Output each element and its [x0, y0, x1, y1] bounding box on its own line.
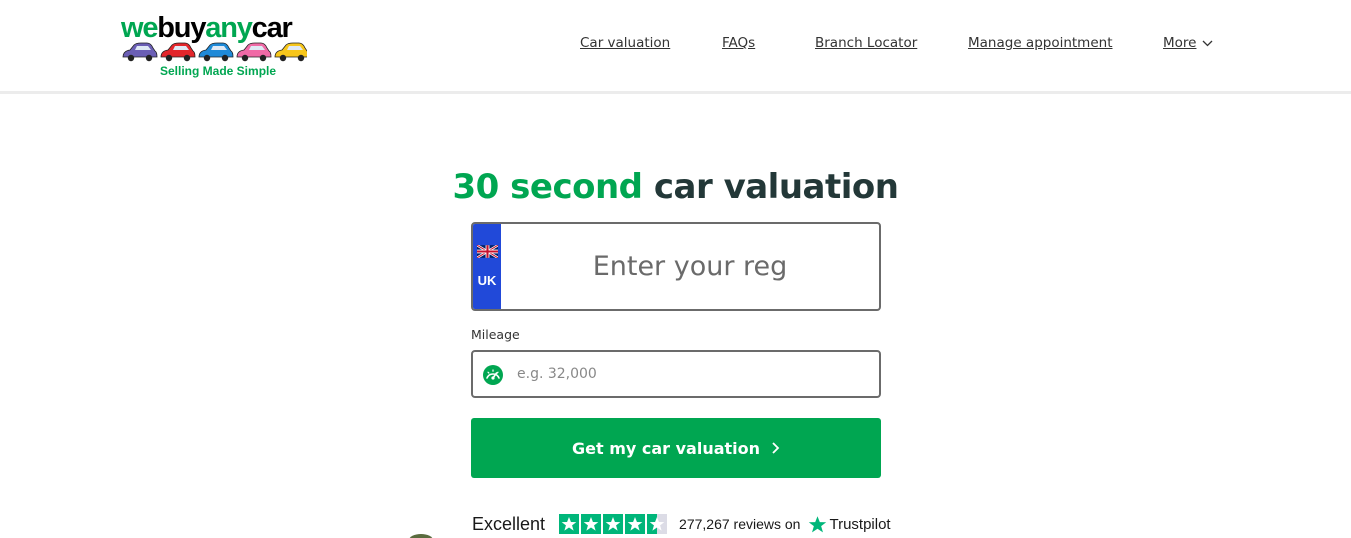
chevron-right-icon [772, 442, 780, 454]
logo-tagline: Selling Made Simple [160, 64, 277, 78]
logo-car-wheel [165, 54, 173, 62]
reg-plate-field: UK [471, 222, 881, 311]
logo-car-wheel [279, 54, 287, 62]
nav-car-valuation[interactable]: Car valuation [580, 35, 670, 51]
reg-input[interactable] [501, 224, 879, 309]
mileage-input[interactable] [517, 352, 877, 396]
trustpilot-review-count: 277,267 reviews on [679, 516, 801, 532]
logo-car-wheel [241, 54, 249, 62]
uk-flag-icon [477, 245, 498, 258]
logo-word-car: car [251, 12, 293, 44]
logo[interactable]: webuyanycar Selling Made Simple [121, 12, 311, 80]
partial-image [409, 534, 433, 538]
speedometer-icon [483, 365, 503, 385]
trustpilot-rating-text: Excellent [472, 513, 546, 534]
logo-wordmark: webuyanycar [121, 12, 293, 44]
nav-faqs[interactable]: FAQs [722, 35, 755, 51]
reg-country-strip: UK [473, 224, 501, 309]
get-valuation-label: Get my car valuation [571, 438, 761, 458]
nav-more-label: More [1163, 35, 1197, 51]
page-title-rest: car valuation [653, 167, 899, 207]
nav-more[interactable]: More [1163, 35, 1213, 51]
logo-cars-icon [122, 42, 307, 62]
trustpilot-brand: Trustpilot [829, 515, 891, 533]
logo-word-any: any [205, 12, 253, 44]
logo-car-wheel [221, 54, 229, 62]
logo-car-wheel [127, 54, 135, 62]
trustpilot-widget[interactable]: Excellent 277,267 reviews on Trustpilot [472, 512, 891, 536]
logo-word-buy: buy [157, 12, 206, 44]
trustpilot-star-icon [581, 514, 602, 534]
nav-branch-locator[interactable]: Branch Locator [815, 35, 917, 51]
mileage-label: Mileage [471, 327, 520, 342]
trustpilot-star-icon [559, 514, 580, 534]
reg-country-code: UK [477, 273, 497, 288]
trustpilot-stars [559, 514, 668, 534]
chevron-down-icon [1203, 40, 1213, 46]
site-header: webuyanycar Selling Made Simple Car valu… [0, 0, 1351, 94]
logo-car-wheel [297, 54, 305, 62]
trustpilot-logo: Trustpilot [808, 515, 891, 534]
star-icon [809, 515, 827, 532]
logo-car-wheel [259, 54, 267, 62]
trustpilot-star-icon [625, 514, 646, 534]
mileage-field [471, 350, 881, 398]
trustpilot-star-icon [647, 514, 668, 534]
logo-car-wheel [145, 54, 153, 62]
nav-manage-appointment[interactable]: Manage appointment [968, 35, 1113, 51]
page-title-highlight: 30 second [452, 167, 644, 207]
page-title: 30 second car valuation [0, 165, 1351, 209]
trustpilot-star-icon [603, 514, 624, 534]
logo-car-wheel [203, 54, 211, 62]
logo-car-wheel [183, 54, 191, 62]
logo-word-we: we [121, 12, 159, 44]
get-valuation-button[interactable]: Get my car valuation [471, 418, 881, 478]
